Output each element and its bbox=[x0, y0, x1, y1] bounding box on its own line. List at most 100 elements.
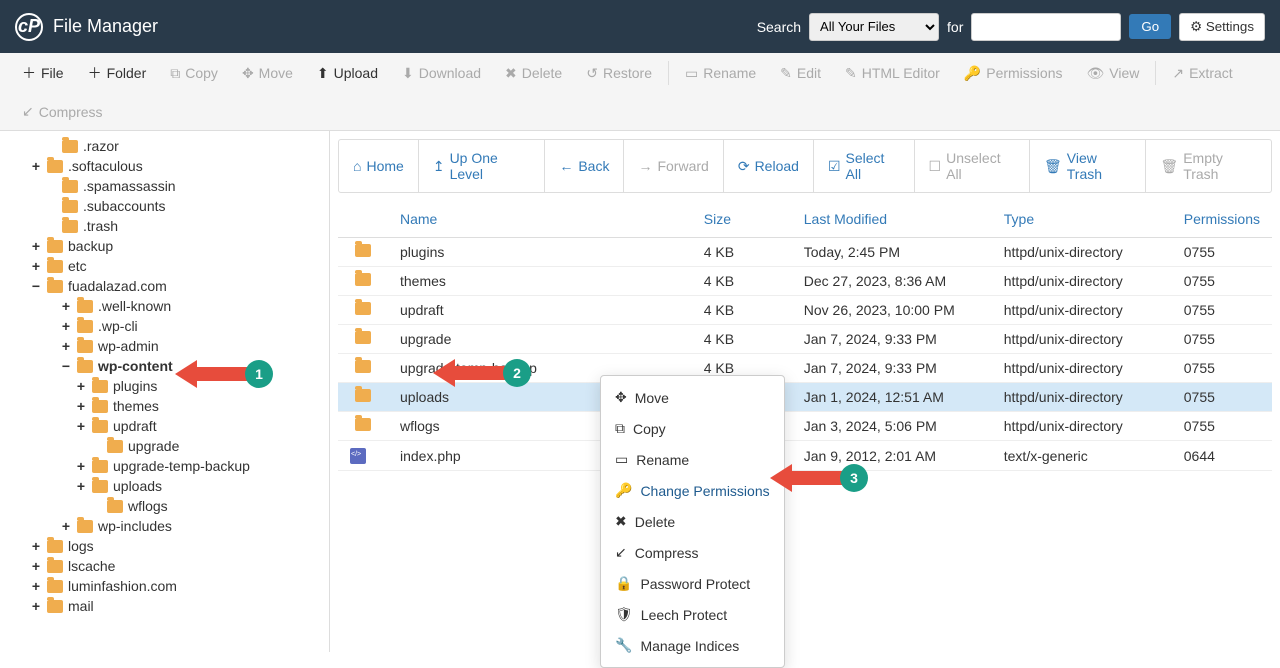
tree-item[interactable]: +plugins bbox=[0, 376, 329, 396]
forward-button[interactable]: →Forward bbox=[624, 140, 723, 192]
for-label: for bbox=[947, 19, 963, 35]
col-permissions[interactable]: Permissions bbox=[1172, 201, 1272, 238]
tree-item[interactable]: +backup bbox=[0, 236, 329, 256]
tree-toggle[interactable]: + bbox=[30, 598, 42, 614]
ctx-rename[interactable]: ▭Rename bbox=[601, 444, 784, 475]
ctx-delete[interactable]: ✖Delete bbox=[601, 506, 784, 537]
empty-trash-button[interactable]: 🗑Empty Trash bbox=[1146, 140, 1271, 192]
tree-item[interactable]: +luminfashion.com bbox=[0, 576, 329, 596]
tree-item[interactable]: .trash bbox=[0, 216, 329, 236]
tree-item[interactable]: +etc bbox=[0, 256, 329, 276]
ctx-password-protect[interactable]: 🔒Password Protect bbox=[601, 568, 784, 599]
col-name[interactable]: Name bbox=[388, 201, 692, 238]
edit-button[interactable]: ✎Edit bbox=[768, 53, 833, 93]
col-type[interactable]: Type bbox=[992, 201, 1172, 238]
select-all-button[interactable]: ☑Select All bbox=[814, 140, 915, 192]
tree-item[interactable]: +mail bbox=[0, 596, 329, 616]
tree-item[interactable]: +.wp-cli bbox=[0, 316, 329, 336]
tree-toggle[interactable]: + bbox=[75, 378, 87, 394]
settings-button[interactable]: ⚙ Settings bbox=[1179, 13, 1265, 41]
table-row[interactable]: wflogsJan 3, 2024, 5:06 PMhttpd/unix-dir… bbox=[338, 412, 1272, 441]
tree-item[interactable]: +lscache bbox=[0, 556, 329, 576]
view-button[interactable]: 👁View bbox=[1074, 53, 1151, 93]
tree-item[interactable]: +.softaculous bbox=[0, 156, 329, 176]
upload-button[interactable]: ⬆Upload bbox=[305, 53, 390, 93]
tree-item[interactable]: −fuadalazad.com bbox=[0, 276, 329, 296]
search-input[interactable] bbox=[971, 13, 1121, 41]
table-row[interactable]: plugins4 KBToday, 2:45 PMhttpd/unix-dire… bbox=[338, 238, 1272, 267]
ctx-move[interactable]: ✥Move bbox=[601, 382, 784, 413]
tree-toggle[interactable]: + bbox=[75, 478, 87, 494]
tree-toggle[interactable]: + bbox=[60, 298, 72, 314]
new-folder-button[interactable]: ＋Folder bbox=[76, 53, 159, 93]
tree-toggle[interactable]: + bbox=[30, 558, 42, 574]
tree-item[interactable]: +.well-known bbox=[0, 296, 329, 316]
folder-tree[interactable]: .razor+.softaculous.spamassassin .subacco… bbox=[0, 131, 330, 652]
back-icon: ← bbox=[559, 158, 573, 174]
tree-item[interactable]: +themes bbox=[0, 396, 329, 416]
tree-item[interactable]: upgrade bbox=[0, 436, 329, 456]
search-scope-select[interactable]: All Your Files bbox=[809, 13, 939, 41]
back-button[interactable]: ←Back bbox=[545, 140, 624, 192]
tree-item[interactable]: +uploads bbox=[0, 476, 329, 496]
rename-button[interactable]: ▭Rename bbox=[673, 53, 768, 93]
table-row[interactable]: upgrade4 KBJan 7, 2024, 9:33 PMhttpd/uni… bbox=[338, 325, 1272, 354]
tree-item[interactable]: +upgrade-temp-backup bbox=[0, 456, 329, 476]
tree-toggle[interactable]: + bbox=[75, 418, 87, 434]
tree-item[interactable]: wflogs bbox=[0, 496, 329, 516]
tree-toggle[interactable]: + bbox=[30, 578, 42, 594]
table-row[interactable]: updraft4 KBNov 26, 2023, 10:00 PMhttpd/u… bbox=[338, 296, 1272, 325]
tree-toggle[interactable]: − bbox=[60, 358, 72, 374]
tree-toggle[interactable]: − bbox=[30, 278, 42, 294]
tree-item[interactable]: −wp-content bbox=[0, 356, 329, 376]
new-file-button[interactable]: ＋File bbox=[10, 53, 76, 93]
reload-button[interactable]: ⟳Reload bbox=[724, 140, 814, 192]
annotation-arrow-2: 2 bbox=[433, 359, 531, 387]
col-size[interactable]: Size bbox=[692, 201, 792, 238]
ctx-leech-protect[interactable]: 🛡Leech Protect bbox=[601, 599, 784, 630]
tree-item[interactable]: +logs bbox=[0, 536, 329, 556]
compress-button[interactable]: ↙Compress bbox=[10, 93, 115, 130]
permissions-button[interactable]: 🔑Permissions bbox=[952, 53, 1075, 93]
folder-icon bbox=[92, 400, 108, 413]
download-button[interactable]: ⬇Download bbox=[390, 53, 493, 93]
tree-item[interactable]: .razor bbox=[0, 136, 329, 156]
tree-toggle[interactable]: + bbox=[75, 458, 87, 474]
unselect-all-button[interactable]: ☐Unselect All bbox=[915, 140, 1030, 192]
col-modified[interactable]: Last Modified bbox=[792, 201, 992, 238]
tree-toggle[interactable]: + bbox=[60, 338, 72, 354]
html-editor-button[interactable]: ✎HTML Editor bbox=[833, 53, 952, 93]
cell-type: httpd/unix-directory bbox=[992, 383, 1172, 412]
tree-toggle[interactable]: + bbox=[60, 318, 72, 334]
tree-toggle[interactable]: + bbox=[30, 258, 42, 274]
col-icon[interactable] bbox=[338, 201, 388, 238]
ctx-manage-indices[interactable]: 🔧Manage Indices bbox=[601, 630, 784, 661]
move-button[interactable]: ✥Move bbox=[230, 53, 305, 93]
tree-item[interactable]: .spamassassin bbox=[0, 176, 329, 196]
tree-item[interactable]: +wp-admin bbox=[0, 336, 329, 356]
ctx-compress[interactable]: ↙Compress bbox=[601, 537, 784, 568]
tree-toggle[interactable]: + bbox=[60, 518, 72, 534]
extract-icon: ↗ bbox=[1172, 65, 1184, 82]
tree-item[interactable]: .subaccounts bbox=[0, 196, 329, 216]
go-button[interactable]: Go bbox=[1129, 14, 1171, 39]
up-one-level-button[interactable]: ↥Up One Level bbox=[419, 140, 546, 192]
view-trash-button[interactable]: 🗑View Trash bbox=[1030, 140, 1146, 192]
tree-toggle[interactable]: + bbox=[30, 238, 42, 254]
home-button[interactable]: ⌂Home bbox=[339, 140, 419, 192]
cell-type: httpd/unix-directory bbox=[992, 325, 1172, 354]
tree-toggle[interactable]: + bbox=[75, 398, 87, 414]
tree-toggle[interactable]: + bbox=[30, 158, 42, 174]
reload-icon: ⟳ bbox=[738, 158, 750, 175]
tree-item[interactable]: +updraft bbox=[0, 416, 329, 436]
copy-button[interactable]: ⧉Copy bbox=[158, 53, 230, 93]
delete-button[interactable]: ✖Delete bbox=[493, 53, 574, 93]
extract-button[interactable]: ↗Extract bbox=[1160, 53, 1244, 93]
table-row[interactable]: themes4 KBDec 27, 2023, 8:36 AMhttpd/uni… bbox=[338, 267, 1272, 296]
ctx-copy[interactable]: ⧉Copy bbox=[601, 413, 784, 444]
tree-label: .subaccounts bbox=[83, 198, 166, 214]
tree-toggle[interactable]: + bbox=[30, 538, 42, 554]
restore-button[interactable]: ↺Restore bbox=[574, 53, 664, 93]
ctx-change-permissions[interactable]: 🔑Change Permissions bbox=[601, 475, 784, 506]
tree-item[interactable]: +wp-includes bbox=[0, 516, 329, 536]
